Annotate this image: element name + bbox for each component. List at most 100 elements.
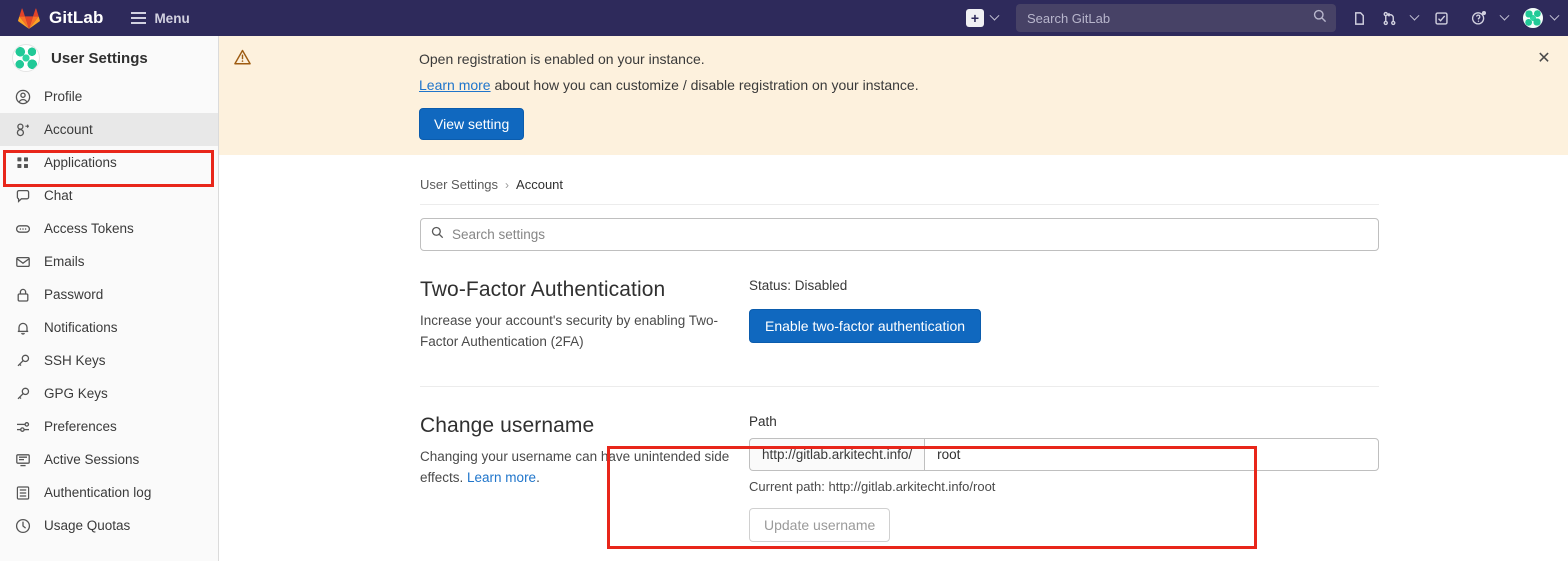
main-content: Open registration is enabled on your ins…: [219, 36, 1568, 561]
sidebar-item-password[interactable]: Password: [0, 278, 218, 311]
chevron-down-icon[interactable]: [1549, 10, 1560, 21]
sidebar-item-active-sessions[interactable]: Active Sessions: [0, 443, 218, 476]
bell-icon: [14, 319, 32, 337]
sidebar-item-usage-quotas[interactable]: Usage Quotas: [0, 509, 218, 542]
sidebar-item-emails[interactable]: Emails: [0, 245, 218, 278]
log-list-icon: [14, 484, 32, 502]
gitlab-wordmark: GitLab: [49, 8, 104, 27]
sidebar-item-label: Active Sessions: [44, 452, 140, 467]
sliders-icon: [14, 418, 32, 436]
chevron-down-icon[interactable]: [989, 10, 1000, 21]
avatar[interactable]: [1522, 7, 1544, 29]
open-registration-alert: Open registration is enabled on your ins…: [219, 36, 1568, 155]
sidebar-item-label: Preferences: [44, 419, 117, 434]
search-placeholder: Search GitLab: [1027, 10, 1111, 26]
two-factor-heading: Two-Factor Authentication: [420, 278, 666, 301]
search-settings-input[interactable]: Search settings: [420, 218, 1379, 251]
breadcrumb: User Settings › Account: [219, 155, 1568, 192]
search-settings-placeholder: Search settings: [452, 227, 546, 242]
envelope-icon: [14, 253, 32, 271]
change-username-section: Change username Changing your username c…: [219, 414, 1568, 542]
sidebar-item-notifications[interactable]: Notifications: [0, 311, 218, 344]
breadcrumb-root[interactable]: User Settings: [420, 177, 498, 192]
key-icon: [14, 385, 32, 403]
todos-icon[interactable]: [1426, 0, 1456, 36]
applications-icon: [14, 154, 32, 172]
two-factor-status: Status: Disabled: [749, 278, 848, 293]
sidebar-item-ssh-keys[interactable]: SSH Keys: [0, 344, 218, 377]
alert-learn-more-link[interactable]: Learn more: [419, 77, 491, 93]
warning-triangle-icon: [233, 48, 252, 72]
sidebar-header: User Settings: [0, 36, 218, 80]
main-menu-button[interactable]: Menu: [131, 10, 190, 26]
two-factor-description: Increase your account's security by enab…: [420, 313, 718, 349]
path-input-group: http://gitlab.arkitecht.info/ root: [749, 438, 1379, 471]
sidebar-item-label: Password: [44, 287, 104, 302]
sidebar-item-label: Chat: [44, 188, 73, 203]
sidebar-item-label: Usage Quotas: [44, 518, 131, 533]
search-input[interactable]: Search GitLab: [1016, 4, 1336, 32]
change-username-learn-more-link[interactable]: Learn more: [467, 470, 536, 485]
chat-bubble-icon: [14, 187, 32, 205]
search-icon: [1313, 9, 1327, 28]
new-plus-icon[interactable]: +: [966, 9, 984, 27]
two-factor-right: Status: Disabled Enable two-factor authe…: [749, 278, 982, 343]
settings-content: User Settings › Account Search settings …: [219, 155, 1568, 542]
alert-body: Open registration is enabled on your ins…: [419, 49, 919, 140]
sidebar-item-label: SSH Keys: [44, 353, 106, 368]
sidebar-item-label: Emails: [44, 254, 85, 269]
breadcrumb-divider: [420, 204, 1379, 205]
sidebar-item-authentication-log[interactable]: Authentication log: [0, 476, 218, 509]
menu-label: Menu: [154, 10, 190, 26]
token-icon: [14, 220, 32, 238]
sidebar-item-applications[interactable]: Applications: [0, 146, 218, 179]
current-path-text: Current path: http://gitlab.arkitecht.in…: [749, 479, 996, 494]
change-username-right: Path http://gitlab.arkitecht.info/ root …: [749, 414, 1379, 542]
gitlab-logo-link[interactable]: GitLab: [18, 8, 103, 29]
sidebar-item-chat[interactable]: Chat: [0, 179, 218, 212]
breadcrumb-current: Account: [516, 177, 564, 192]
description-period: .: [536, 470, 540, 485]
change-username-left: Change username Changing your username c…: [420, 414, 730, 488]
close-icon[interactable]: ✕: [1534, 49, 1554, 69]
sidebar-item-label: Notifications: [44, 320, 118, 335]
gitlab-user-settings-account-page: GitLab Menu + Search GitLab User Setting…: [0, 0, 1568, 561]
enable-two-factor-button[interactable]: Enable two-factor authentication: [749, 309, 982, 343]
path-url-prefix: http://gitlab.arkitecht.info/: [749, 438, 925, 471]
update-username-button[interactable]: Update username: [749, 508, 891, 542]
sidebar-item-gpg-keys[interactable]: GPG Keys: [0, 377, 218, 410]
account-key-icon: [14, 121, 32, 139]
chevron-down-icon[interactable]: [1409, 10, 1420, 21]
sidebar-item-account[interactable]: Account: [0, 113, 218, 146]
breadcrumb-separator: ›: [505, 177, 510, 192]
gitlab-tanuki-icon: [18, 8, 40, 29]
sidebar-item-access-tokens[interactable]: Access Tokens: [0, 212, 218, 245]
sidebar-item-label: Profile: [44, 89, 83, 104]
avatar: [12, 44, 40, 72]
username-input[interactable]: root: [924, 438, 1379, 471]
sidebar-title: User Settings: [51, 49, 148, 67]
two-factor-left: Two-Factor Authentication Increase your …: [420, 278, 730, 352]
merge-requests-icon[interactable]: [1374, 0, 1404, 36]
help-icon[interactable]: [1464, 0, 1494, 36]
sidebar-item-label: Account: [44, 122, 93, 137]
sidebar-item-label: Authentication log: [44, 485, 152, 500]
change-username-description: Changing your username can have unintend…: [420, 446, 730, 488]
top-bar-right-group: + Search GitLab: [966, 0, 1568, 36]
sidebar-item-preferences[interactable]: Preferences: [0, 410, 218, 443]
two-factor-section: Two-Factor Authentication Increase your …: [219, 278, 1568, 352]
sidebar-item-profile[interactable]: Profile: [0, 80, 218, 113]
user-circle-icon: [14, 88, 32, 106]
sidebar-item-label: Access Tokens: [44, 221, 134, 236]
sidebar-item-label: GPG Keys: [44, 386, 108, 401]
top-navigation-bar: GitLab Menu + Search GitLab: [0, 0, 1568, 36]
view-setting-button[interactable]: View setting: [419, 108, 525, 140]
lock-icon: [14, 286, 32, 304]
monitor-icon: [14, 451, 32, 469]
alert-subline: Learn more about how you can customize /…: [419, 75, 919, 95]
key-icon: [14, 352, 32, 370]
issues-icon[interactable]: [1344, 0, 1374, 36]
chevron-down-icon[interactable]: [1499, 10, 1510, 21]
sidebar-item-label: Applications: [44, 155, 117, 170]
hamburger-icon: [131, 12, 147, 24]
